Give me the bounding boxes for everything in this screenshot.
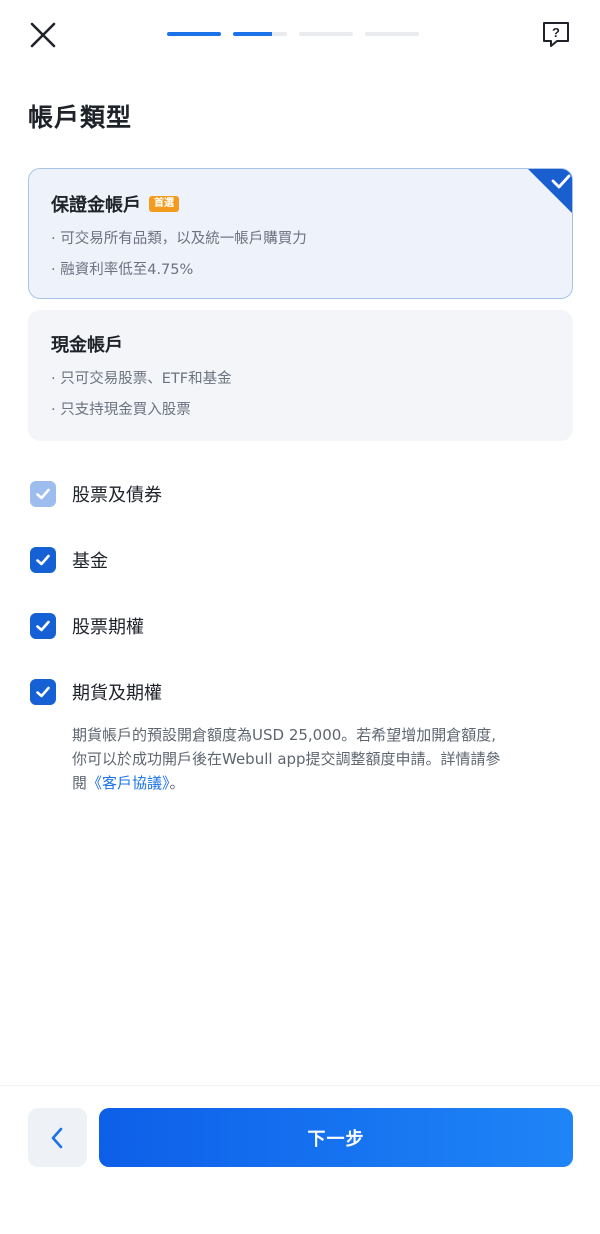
next-step-button[interactable]: 下一步 bbox=[99, 1108, 573, 1167]
selected-check-icon bbox=[528, 169, 572, 213]
checkmark-icon bbox=[36, 686, 50, 698]
progress-step-3 bbox=[299, 32, 353, 36]
product-option-funds[interactable]: 基金 bbox=[30, 547, 108, 573]
futures-note-prefix: 閱 bbox=[72, 774, 88, 792]
product-option-stocks-bonds[interactable]: 股票及債券 bbox=[30, 481, 162, 507]
cash-account-desc-2: · 只支持現金買入股票 bbox=[51, 402, 191, 418]
svg-text:?: ? bbox=[552, 25, 560, 40]
product-label-funds: 基金 bbox=[72, 551, 108, 572]
back-button[interactable] bbox=[28, 1108, 87, 1167]
product-label-stocks-bonds: 股票及債券 bbox=[72, 485, 162, 506]
futures-note-line-1: 期貨帳戶的預設開倉額度為USD 25,000。若希望增加開倉額度, bbox=[72, 726, 497, 744]
cash-account-desc-1: · 只可交易股票、ETF和基金 bbox=[51, 371, 232, 387]
cash-account-title: 現金帳戶 bbox=[51, 335, 123, 356]
product-label-futures-options: 期貨及期權 bbox=[72, 683, 162, 704]
checkbox-stock-options[interactable] bbox=[30, 613, 56, 639]
close-button[interactable] bbox=[26, 18, 60, 52]
help-icon: ? bbox=[543, 22, 569, 47]
product-option-futures-options[interactable]: 期貨及期權 bbox=[30, 679, 162, 705]
help-button[interactable]: ? bbox=[540, 20, 572, 50]
bottom-bar: 下一步 bbox=[0, 1085, 600, 1234]
cash-account-title-row: 現金帳戶 bbox=[51, 331, 550, 357]
checkmark-icon bbox=[36, 488, 50, 500]
client-agreement-link[interactable]: 《客戶協議》 bbox=[87, 774, 170, 792]
progress-step-2 bbox=[233, 32, 287, 36]
margin-account-desc-2: · 融資利率低至4.75% bbox=[51, 262, 194, 278]
futures-note-suffix: 。 bbox=[169, 774, 185, 792]
futures-note: 期貨帳戶的預設開倉額度為USD 25,000。若希望增加開倉額度, 你可以於成功… bbox=[72, 723, 572, 795]
cash-account-card[interactable]: 現金帳戶 · 只可交易股票、ETF和基金 · 只支持現金買入股票 bbox=[28, 310, 573, 441]
checkbox-funds[interactable] bbox=[30, 547, 56, 573]
margin-account-title: 保證金帳戶 bbox=[51, 195, 141, 216]
page-title: 帳戶類型 bbox=[28, 103, 133, 132]
progress-step-1 bbox=[167, 32, 221, 36]
futures-note-line-2: 你可以於成功開戶後在Webull app提交調整額度申請。詳情請參 bbox=[72, 750, 501, 768]
progress-step-4 bbox=[365, 32, 419, 36]
futures-note-line-3: 閱《客戶協議》。 bbox=[72, 771, 572, 795]
margin-account-card[interactable]: 保證金帳戶 首選 · 可交易所有品類，以及統一帳戶購買力 · 融資利率低至4.7… bbox=[28, 168, 573, 299]
checkbox-futures-options[interactable] bbox=[30, 679, 56, 705]
product-option-stock-options[interactable]: 股票期權 bbox=[30, 613, 144, 639]
margin-account-desc-1: · 可交易所有品類，以及統一帳戶購買力 bbox=[51, 231, 307, 247]
margin-account-title-row: 保證金帳戶 首選 bbox=[51, 191, 550, 217]
recommended-badge: 首選 bbox=[149, 196, 179, 212]
checkbox-stocks-bonds[interactable] bbox=[30, 481, 56, 507]
checkmark-icon bbox=[36, 620, 50, 632]
close-icon bbox=[30, 22, 56, 48]
top-bar: ? bbox=[0, 0, 600, 70]
chevron-left-icon bbox=[51, 1127, 62, 1148]
checkmark-icon bbox=[36, 554, 50, 566]
product-label-stock-options: 股票期權 bbox=[72, 617, 144, 638]
step-progress bbox=[167, 32, 419, 36]
